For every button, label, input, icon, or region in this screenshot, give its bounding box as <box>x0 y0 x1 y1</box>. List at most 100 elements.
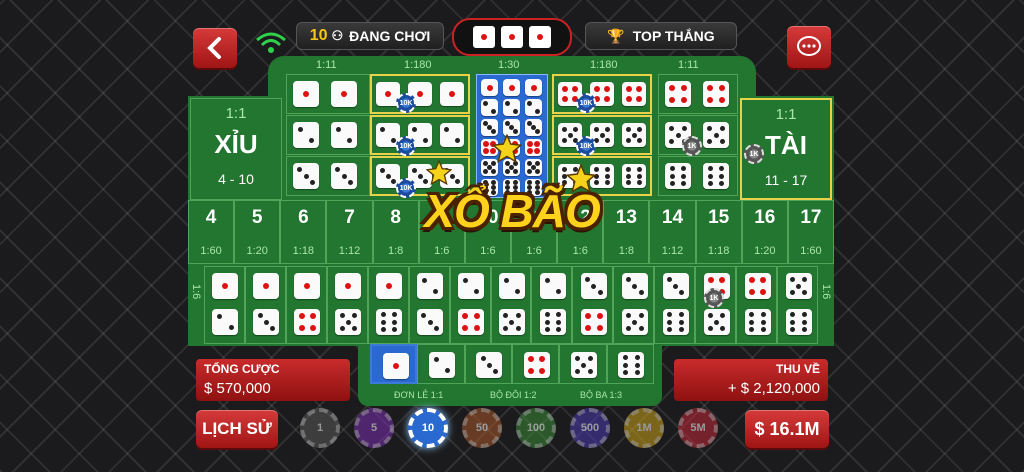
players-count: 10 <box>309 27 328 44</box>
combo-bet-cell[interactable] <box>204 266 245 344</box>
placed-chip: 1K <box>744 144 764 164</box>
pair-bet-cell[interactable] <box>286 156 370 196</box>
combo-bet-cell[interactable] <box>777 266 818 344</box>
combo-bet-cell[interactable] <box>654 266 696 344</box>
xiu-label: XỈU <box>214 129 258 159</box>
die-face-6 <box>665 163 691 189</box>
combo-bet-cell[interactable] <box>449 266 491 344</box>
sum-bet-4[interactable]: 4 1:60 <box>188 200 235 264</box>
combo-bet-cell[interactable] <box>531 266 573 344</box>
result-die <box>529 26 551 48</box>
sum-number: 7 <box>344 207 355 228</box>
chip-100[interactable]: 100 <box>516 408 556 448</box>
sum-number: 6 <box>298 207 309 228</box>
sum-ratio: 1:60 <box>200 245 222 257</box>
sum-ratio: 1:18 <box>292 245 315 257</box>
sum-bet-14[interactable]: 14 1:12 <box>649 200 696 264</box>
sum-bet-5[interactable]: 5 1:20 <box>234 200 281 264</box>
ratio-label: 1:180 <box>404 59 432 71</box>
pair-bet-cell[interactable] <box>658 156 738 196</box>
combo-bets-row[interactable] <box>204 266 818 344</box>
die-face-3 <box>331 163 357 189</box>
sum-bet-7[interactable]: 7 1:12 <box>326 200 373 264</box>
pair-bet-cell[interactable] <box>286 74 370 114</box>
die-face-6 <box>618 352 645 378</box>
chip-5[interactable]: 5 <box>354 408 394 448</box>
sum-bet-16[interactable]: 16 1:20 <box>741 200 788 264</box>
single-bet-cell[interactable] <box>370 344 418 384</box>
pair-bet-cell[interactable] <box>658 74 738 114</box>
combo-bet-cell[interactable] <box>285 266 327 344</box>
combo-bet-cell[interactable] <box>613 266 655 344</box>
chip-1[interactable]: 1 <box>300 408 340 448</box>
die-face-1 <box>212 273 239 299</box>
chip-10[interactable]: 10 <box>408 408 448 448</box>
triple-bet-cell[interactable] <box>370 115 470 155</box>
die-face-3 <box>525 119 542 136</box>
combo-bet-cell[interactable] <box>244 266 286 344</box>
pair-bets-left[interactable] <box>286 74 370 198</box>
combo-bet-cell[interactable] <box>408 266 450 344</box>
ratio-label: 1:30 <box>498 59 520 71</box>
ratio-label: 1:180 <box>590 59 618 71</box>
single-bet-cell[interactable] <box>417 344 465 384</box>
ratio-label: 1:11 <box>316 59 337 71</box>
chip-1M[interactable]: 1M <box>624 408 664 448</box>
return-value: + $ 2,120,000 <box>727 380 820 397</box>
banner-text: XỔ BÃO <box>424 185 600 237</box>
pairs-label: BỘ ĐÔI 1:2 <box>490 390 537 400</box>
singles-label: ĐƠN LẺ 1:1 <box>394 390 444 400</box>
placed-chip: 10K <box>576 136 596 156</box>
players-label: ĐANG CHƠI <box>349 28 431 44</box>
single-bet-cell[interactable] <box>512 344 560 384</box>
die-face-2 <box>440 123 464 147</box>
die-face-5 <box>498 309 525 335</box>
die-face-2 <box>481 99 498 116</box>
triple-bet-cell[interactable] <box>552 115 652 155</box>
chip-500[interactable]: 500 <box>570 408 610 448</box>
result-banner: XỔ BÃO <box>412 134 612 250</box>
single-dice-row[interactable] <box>370 344 654 384</box>
sum-bet-17[interactable]: 17 1:60 <box>787 200 834 264</box>
die-face-6 <box>662 309 689 335</box>
combo-bet-cell[interactable] <box>490 266 532 344</box>
single-bet-cell[interactable] <box>559 344 607 384</box>
pair-bets-right[interactable] <box>658 74 738 198</box>
die-face-4 <box>458 309 485 335</box>
balance-button[interactable]: $ 16.1M <box>745 410 829 448</box>
sum-ratio: 1:18 <box>707 245 730 257</box>
placed-chip: 1K <box>682 136 702 156</box>
sum-number: 5 <box>251 207 263 228</box>
sum-ratio: 1:12 <box>338 245 361 257</box>
die-face-4 <box>294 309 321 335</box>
xiu-ratio: 1:1 <box>225 105 247 122</box>
die-face-6 <box>622 164 646 188</box>
sum-bet-15[interactable]: 15 1:18 <box>695 200 742 264</box>
die-face-5 <box>703 122 729 148</box>
combo-bet-cell[interactable] <box>572 266 614 344</box>
players-online[interactable]: 10 ⚇ ĐANG CHƠI <box>296 22 444 50</box>
triple-bet-cell[interactable] <box>370 74 470 114</box>
sum-number: 4 <box>205 207 217 228</box>
single-bet-cell[interactable] <box>464 344 512 384</box>
die-face-5 <box>335 309 362 335</box>
die-face-1 <box>525 79 542 96</box>
combo-bet-cell[interactable] <box>367 266 409 344</box>
sum-bet-6[interactable]: 6 1:18 <box>280 200 327 264</box>
triple-bet-cell[interactable] <box>552 74 652 114</box>
sum-ratio: 1:12 <box>661 245 684 257</box>
die-face-5 <box>622 123 646 147</box>
ratio-label: 1:11 <box>678 59 699 71</box>
die-face-1 <box>440 82 464 106</box>
single-bet-cell[interactable] <box>606 344 654 384</box>
pair-bet-cell[interactable] <box>286 115 370 155</box>
die-face-3 <box>253 309 280 335</box>
history-button[interactable]: LỊCH SỬ <box>196 410 278 448</box>
combo-bet-cell[interactable] <box>736 266 778 344</box>
chip-5M[interactable]: 5M <box>678 408 718 448</box>
chip-50[interactable]: 50 <box>462 408 502 448</box>
xiu-bet-area[interactable]: 1:1 XỈU 4 - 10 <box>190 98 282 200</box>
star-icon <box>492 134 522 164</box>
top-winners-button[interactable]: 🏆 TOP THẮNG <box>585 22 737 50</box>
combo-bet-cell[interactable] <box>326 266 368 344</box>
